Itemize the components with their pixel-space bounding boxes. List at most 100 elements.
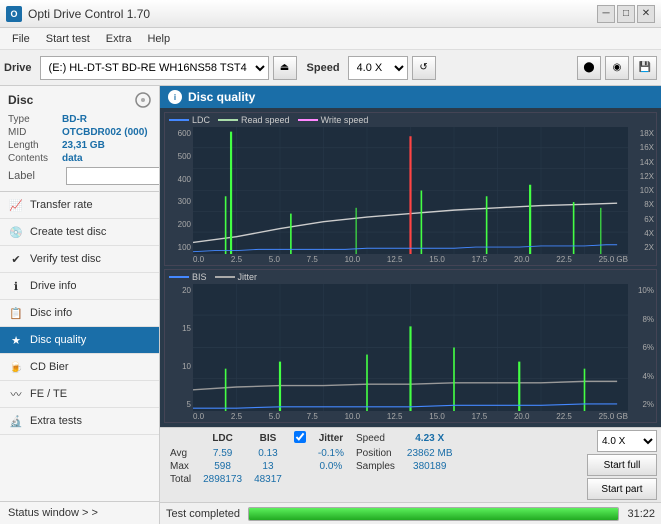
legend-ldc: LDC (169, 115, 210, 125)
nav-icon-disc-quality: ★ (8, 332, 24, 348)
sidebar-item-transfer-rate[interactable]: 📈 Transfer rate (0, 192, 159, 219)
legend-ldc-color (169, 119, 189, 121)
sidebar-item-drive-info[interactable]: ℹ Drive info (0, 273, 159, 300)
nav-label-cd-bier: CD Bier (30, 361, 69, 373)
nav-label-fe-te: FE / TE (30, 388, 67, 400)
toolbar-btn1[interactable]: ⬤ (577, 56, 601, 80)
sidebar-item-cd-bier[interactable]: 🍺 CD Bier (0, 354, 159, 381)
content-area: i Disc quality LDC Read speed (160, 86, 661, 524)
jitter-checkbox[interactable] (294, 431, 306, 443)
menu-extra[interactable]: Extra (98, 31, 140, 47)
toolbar-btn2[interactable]: ◉ (605, 56, 629, 80)
chart2-canvas (193, 284, 628, 411)
ldc-col-header: LDC (197, 430, 248, 447)
nav-icon-drive-info: ℹ (8, 278, 24, 294)
max-label: Max (164, 460, 197, 473)
app-title: Opti Drive Control 1.70 (28, 7, 150, 21)
nav-items: 📈 Transfer rate 💿 Create test disc ✔ Ver… (0, 192, 159, 435)
action-buttons: 4.0 X 8.0 X Start full Start part (587, 430, 657, 500)
sidebar-item-disc-info[interactable]: 📋 Disc info (0, 300, 159, 327)
bis-max: 13 (248, 460, 288, 473)
nav-icon-verify-test-disc: ✔ (8, 251, 24, 267)
speed-select-stats[interactable]: 4.0 X 8.0 X (597, 430, 657, 452)
toolbar: Drive (E:) HL-DT-ST BD-RE WH16NS58 TST4 … (0, 50, 661, 86)
sidebar: Disc Type BD-R MID OTCBDR002 (000) Lengt… (0, 86, 160, 524)
minimize-button[interactable]: ─ (597, 5, 615, 23)
legend-jitter: Jitter (215, 272, 258, 282)
disc-length-value: 23,31 GB (62, 140, 105, 151)
status-window-button[interactable]: Status window > > (0, 501, 159, 524)
sidebar-item-fe-te[interactable]: 〰 FE / TE (0, 381, 159, 408)
progress-bar (248, 507, 619, 521)
nav-icon-cd-bier: 🍺 (8, 359, 24, 375)
samples-label: Samples (350, 460, 401, 473)
disc-contents-value: data (62, 153, 83, 164)
progress-bar-fill (249, 508, 618, 520)
chart1-x-axis: 0.0 2.5 5.0 7.5 10.0 12.5 15.0 17.5 20.0… (165, 254, 656, 265)
maximize-button[interactable]: □ (617, 5, 635, 23)
nav-icon-transfer-rate: 📈 (8, 197, 24, 213)
speed-label: Speed (307, 62, 340, 74)
window-controls: ─ □ ✕ (597, 5, 655, 23)
ldc-avg: 7.59 (197, 447, 248, 460)
close-button[interactable]: ✕ (637, 5, 655, 23)
menu-help[interactable]: Help (139, 31, 178, 47)
ldc-max: 598 (197, 460, 248, 473)
nav-icon-extra-tests: 🔬 (8, 413, 24, 429)
position-label: Position (350, 447, 401, 460)
status-text: Test completed (166, 508, 240, 520)
sidebar-item-create-test-disc[interactable]: 💿 Create test disc (0, 219, 159, 246)
disc-type-row: Type BD-R (8, 114, 151, 125)
disc-quality-icon: i (168, 90, 182, 104)
drive-select[interactable]: (E:) HL-DT-ST BD-RE WH16NS58 TST4 (40, 56, 269, 80)
bis-avg: 0.13 (248, 447, 288, 460)
chart2-y-axis-left: 20 15 10 5 (165, 284, 193, 411)
chart-bis: BIS Jitter 20 15 10 5 (164, 269, 657, 423)
stats-footer: LDC BIS Jitter Speed 4.23 X Avg 7.59 0.1… (160, 427, 661, 502)
speed-stat-value: 4.23 X (401, 430, 459, 447)
nav-label-verify-test-disc: Verify test disc (30, 253, 101, 265)
sidebar-item-extra-tests[interactable]: 🔬 Extra tests (0, 408, 159, 435)
nav-icon-disc-info: 📋 (8, 305, 24, 321)
nav-label-create-test-disc: Create test disc (30, 226, 106, 238)
bottom-bar: Test completed 31:22 (160, 502, 661, 524)
eject-button[interactable]: ⏏ (273, 56, 297, 80)
nav-icon-fe-te: 〰 (8, 386, 24, 402)
nav-label-disc-info: Disc info (30, 307, 72, 319)
disc-mid-row: MID OTCBDR002 (000) (8, 127, 151, 138)
jitter-col-header: Jitter (312, 430, 350, 447)
menu-start-test[interactable]: Start test (38, 31, 98, 47)
charts-container: LDC Read speed Write speed 600 500 (160, 108, 661, 427)
nav-label-extra-tests: Extra tests (30, 415, 82, 427)
legend-bis: BIS (169, 272, 207, 282)
speed-select[interactable]: 4.0 X 8.0 X 12.0 X (348, 56, 408, 80)
position-val: 23862 MB (401, 447, 459, 460)
chart1-y-axis-left: 600 500 400 300 200 100 (165, 127, 193, 254)
speed-stat-label: Speed (350, 430, 401, 447)
refresh-button[interactable]: ↺ (412, 56, 436, 80)
nav-label-disc-quality: Disc quality (30, 334, 86, 346)
sidebar-item-disc-quality[interactable]: ★ Disc quality (0, 327, 159, 354)
disc-section-label: Disc (8, 93, 33, 107)
title-bar: O Opti Drive Control 1.70 ─ □ ✕ (0, 0, 661, 28)
main-layout: Disc Type BD-R MID OTCBDR002 (000) Lengt… (0, 86, 661, 524)
start-part-button[interactable]: Start part (587, 478, 657, 500)
app-icon: O (6, 6, 22, 22)
menu-file[interactable]: File (4, 31, 38, 47)
nav-icon-create-test-disc: 💿 (8, 224, 24, 240)
sidebar-item-verify-test-disc[interactable]: ✔ Verify test disc (0, 246, 159, 273)
chart1-y-axis-right: 18X 16X 14X 12X 10X 8X 6X 4X 2X (628, 127, 656, 254)
jitter-avg: -0.1% (312, 447, 350, 460)
toolbar-btn3[interactable]: 💾 (633, 56, 657, 80)
disc-label-input[interactable] (66, 167, 160, 185)
elapsed-time: 31:22 (627, 508, 655, 520)
samples-val: 380189 (401, 460, 459, 473)
legend-write-label: Write speed (321, 115, 369, 125)
legend-bis-color (169, 276, 189, 278)
start-full-button[interactable]: Start full (587, 454, 657, 476)
disc-mid-value: OTCBDR002 (000) (62, 127, 148, 138)
legend-ldc-label: LDC (192, 115, 210, 125)
nav-label-transfer-rate: Transfer rate (30, 199, 93, 211)
disc-quality-header: i Disc quality (160, 86, 661, 108)
legend-read: Read speed (218, 115, 290, 125)
